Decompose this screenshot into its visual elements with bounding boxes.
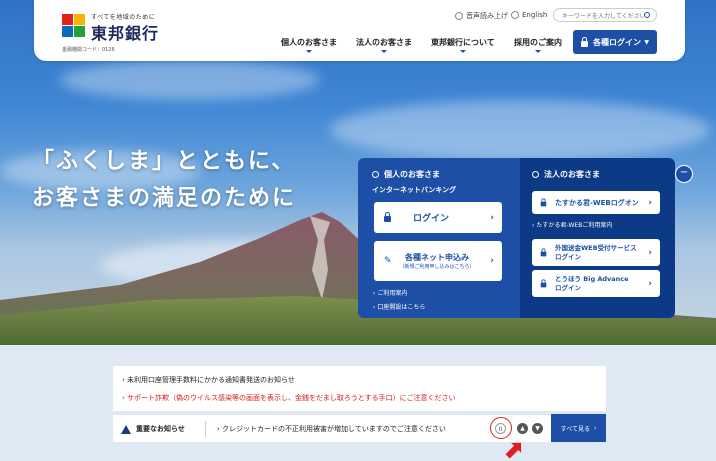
tasukaru-web-logon-button[interactable]: たすかる君-WEBログオン › <box>532 191 660 214</box>
nav-about[interactable]: 東邦銀行について <box>431 37 495 48</box>
lock-icon <box>540 279 547 288</box>
edit-icon: ✎ <box>384 256 392 266</box>
microphone-icon <box>455 12 463 20</box>
chevron-down-icon: ▼ <box>644 38 649 46</box>
circle-icon <box>532 171 539 178</box>
lock-icon <box>540 198 547 207</box>
tasukaru-web-logon-label: たすかる君-WEBログオン <box>555 198 639 207</box>
corporate-login-panel: 法人のお客さま たすかる君-WEBログオン › › たすかる君-WEBご利用案内… <box>520 158 675 318</box>
warning-icon <box>121 424 131 434</box>
see-all-label: すべて見る <box>560 425 590 433</box>
catch-copy-line2: お客さまの満足のために <box>32 186 297 211</box>
news-item-1[interactable]: › 未利用口座管理手数料にかかる通知書発送のお知らせ <box>122 375 295 385</box>
login-button-label: 各種ログイン <box>593 37 641 47</box>
personal-login-button[interactable]: ログイン › <box>374 202 502 233</box>
chevron-right-icon: › <box>593 424 597 432</box>
advance-line1: とうほう Big Advance <box>555 274 629 283</box>
net-application-button[interactable]: ✎ 各種ネット申込み （新規ご利用申し込みはこちら） › <box>374 241 502 281</box>
panel-collapse-button[interactable]: − <box>675 165 693 183</box>
chevron-right-icon: › <box>648 197 652 208</box>
see-all-button[interactable]: すべて見る › <box>551 414 606 442</box>
english-label: English <box>522 11 548 19</box>
advance-line2: ログイン <box>555 283 581 292</box>
important-notice-text: 重要なお知らせ <box>136 425 185 433</box>
important-notice-item[interactable]: › クレジットカードの不正利用被害が増加していますのでご注意ください <box>217 424 446 434</box>
globe-icon <box>511 11 519 19</box>
big-advance-login-button[interactable]: とうほう Big Advance ログイン › <box>532 270 660 297</box>
tasukaru-guide-link[interactable]: › たすかる君-WEBご利用案内 <box>532 220 612 229</box>
personal-login-label: ログイン <box>413 214 450 224</box>
nav-personal[interactable]: 個人のお客さま <box>281 37 337 48</box>
prev-button[interactable]: ▲ <box>517 423 528 434</box>
news-item-2[interactable]: › サポート詐欺（偽のウイルス感染等の画面を表示し、金銭をだまし取ろうとする手口… <box>122 393 456 403</box>
chevron-right-icon: › <box>648 247 652 258</box>
news-list: › 未利用口座管理手数料にかかる通知書発送のお知らせ › サポート詐欺（偽のウイ… <box>113 366 606 411</box>
site-header: すべてを地域のために 東邦銀行 金融機関コード：0126 音声読み上げ Engl… <box>34 0 685 61</box>
lock-icon <box>384 212 391 222</box>
logo-name[interactable]: 東邦銀行 <box>91 20 159 44</box>
lock-icon <box>540 248 547 257</box>
nav-recruit[interactable]: 採用のご案内 <box>514 37 562 48</box>
voice-readout-label: 音声読み上げ <box>466 12 508 20</box>
chevron-right-icon: › <box>490 212 494 223</box>
remit-line1: 外国送金WEB受付サービス <box>555 243 637 252</box>
search-icon[interactable] <box>644 12 650 18</box>
net-application-label: 各種ネット申込み <box>405 253 470 262</box>
personal-panel-title: 個人のお客さま <box>372 169 440 180</box>
internet-banking-heading: インターネットバンキング <box>372 186 457 194</box>
important-notice-bar: 重要なお知らせ › クレジットカードの不正利用被害が増加していますのでご注意くだ… <box>113 414 551 442</box>
next-button[interactable]: ▼ <box>532 423 543 434</box>
search-input[interactable] <box>553 8 657 22</box>
account-opening-link[interactable]: › 口座開設はこちら <box>373 302 425 311</box>
foreign-remittance-login-button[interactable]: 外国送金WEB受付サービス ログイン › <box>532 239 660 266</box>
bank-code: 金融機関コード：0126 <box>62 47 115 53</box>
divider <box>205 421 206 437</box>
circle-icon <box>372 171 379 178</box>
chevron-right-icon: › <box>490 256 494 266</box>
various-login-button[interactable]: 各種ログイン ▼ <box>573 30 657 54</box>
bank-logo-icon[interactable] <box>62 14 86 38</box>
corporate-panel-title: 法人のお客さま <box>532 169 600 180</box>
lock-icon <box>581 36 588 47</box>
net-application-sub: （新規ご利用申し込みはこちら） <box>399 264 475 270</box>
remit-line2: ログイン <box>555 252 581 261</box>
nav-corporate[interactable]: 法人のお客さま <box>356 37 412 48</box>
catch-copy-line1: 「ふくしま」とともに、 <box>32 149 296 174</box>
chevron-right-icon: › <box>648 278 652 289</box>
red-arrow-annotation <box>505 442 522 459</box>
voice-readout-link[interactable]: 音声読み上げ <box>455 11 508 21</box>
highlight-circle-annotation <box>490 417 512 439</box>
usage-guide-link[interactable]: › ご利用案内 <box>373 288 407 297</box>
personal-login-panel: 個人のお客さま インターネットバンキング ログイン › ✎ 各種ネット申込み （… <box>358 158 520 318</box>
corporate-title-text: 法人のお客さま <box>544 170 600 179</box>
personal-title-text: 個人のお客さま <box>384 170 440 179</box>
english-link[interactable]: English <box>511 11 547 19</box>
important-notice-label: 重要なお知らせ <box>121 424 185 434</box>
